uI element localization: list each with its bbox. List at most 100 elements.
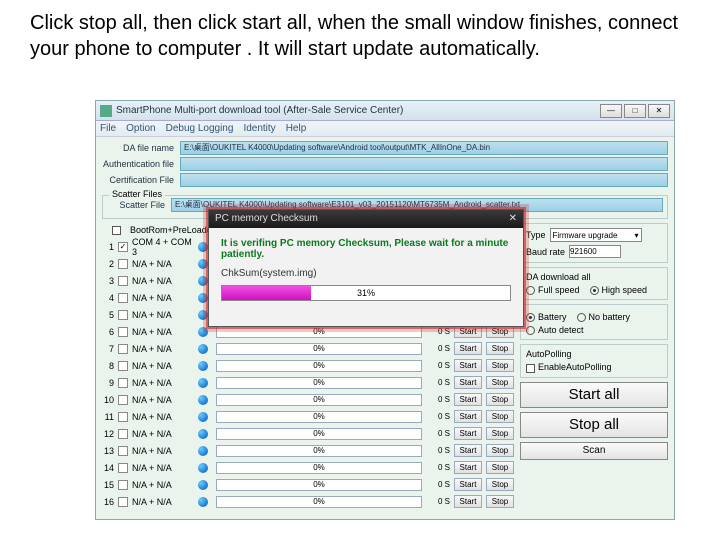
battery-label: Battery xyxy=(538,312,567,322)
type-select[interactable]: Firmware upgrade▾ xyxy=(550,228,642,242)
bootrom-checkbox[interactable] xyxy=(112,226,121,235)
port-row: 9N/A + N/A0%0 SStartStop xyxy=(102,374,514,391)
port-time: 0 S xyxy=(430,395,450,404)
port-time: 0 S xyxy=(430,361,450,370)
status-dot-icon xyxy=(198,463,208,473)
port-start-button[interactable]: Start xyxy=(454,461,482,474)
full-speed-radio[interactable] xyxy=(526,286,535,295)
scatter-group-legend: Scatter Files xyxy=(109,189,165,199)
high-speed-radio[interactable] xyxy=(590,286,599,295)
port-checkbox[interactable] xyxy=(118,344,128,354)
cert-file-label: Certification File xyxy=(102,175,180,185)
port-checkbox[interactable] xyxy=(118,395,128,405)
port-stop-button[interactable]: Stop xyxy=(486,342,514,355)
port-stop-button[interactable]: Stop xyxy=(486,444,514,457)
port-checkbox[interactable] xyxy=(118,463,128,473)
port-checkbox[interactable] xyxy=(118,327,128,337)
baud-input[interactable] xyxy=(569,245,621,258)
port-stop-button[interactable]: Stop xyxy=(486,427,514,440)
port-checkbox[interactable] xyxy=(118,429,128,439)
port-checkbox[interactable] xyxy=(118,497,128,507)
port-time: 0 S xyxy=(430,344,450,353)
port-start-button[interactable]: Start xyxy=(454,342,482,355)
auth-file-input[interactable] xyxy=(180,157,668,171)
auth-file-label: Authentication file xyxy=(102,159,180,169)
port-start-button[interactable]: Start xyxy=(454,444,482,457)
port-start-button[interactable]: Start xyxy=(454,495,482,508)
port-start-button[interactable]: Start xyxy=(454,478,482,491)
status-dot-icon xyxy=(198,446,208,456)
status-dot-icon xyxy=(198,259,208,269)
maximize-button[interactable]: □ xyxy=(624,104,646,118)
port-checkbox[interactable] xyxy=(118,378,128,388)
port-time: 0 S xyxy=(430,480,450,489)
port-start-button[interactable]: Start xyxy=(454,376,482,389)
port-start-button[interactable]: Start xyxy=(454,410,482,423)
port-start-button[interactable]: Start xyxy=(454,427,482,440)
port-checkbox[interactable] xyxy=(118,412,128,422)
modal-progress-pct: 31% xyxy=(222,286,510,300)
scan-button[interactable]: Scan xyxy=(520,442,668,460)
port-checkbox[interactable] xyxy=(118,293,128,303)
modal-close-icon[interactable]: ✕ xyxy=(509,210,517,228)
start-all-button[interactable]: Start all xyxy=(520,382,668,408)
modal-progress: 31% xyxy=(221,285,511,301)
port-label: N/A + N/A xyxy=(132,429,194,439)
port-progress: 0% xyxy=(216,445,422,457)
port-number: 16 xyxy=(102,497,114,507)
port-stop-button[interactable]: Stop xyxy=(486,410,514,423)
menu-help[interactable]: Help xyxy=(286,123,307,134)
status-dot-icon xyxy=(198,497,208,507)
port-checkbox[interactable] xyxy=(118,361,128,371)
cert-file-input[interactable] xyxy=(180,173,668,187)
port-number: 8 xyxy=(102,361,114,371)
port-stop-button[interactable]: Stop xyxy=(486,478,514,491)
port-checkbox[interactable] xyxy=(118,446,128,456)
modal-message: It is verifing PC memory Checksum, Pleas… xyxy=(221,238,511,260)
port-stop-button[interactable]: Stop xyxy=(486,461,514,474)
autopolling-legend: AutoPolling xyxy=(526,349,572,359)
port-row: 16N/A + N/A0%0 SStartStop xyxy=(102,493,514,510)
no-battery-radio[interactable] xyxy=(577,313,586,322)
port-number: 10 xyxy=(102,395,114,405)
port-number: 14 xyxy=(102,463,114,473)
menu-identity[interactable]: Identity xyxy=(243,123,275,134)
port-stop-button[interactable]: Stop xyxy=(486,376,514,389)
battery-radio[interactable] xyxy=(526,313,535,322)
enable-autopolling-checkbox[interactable] xyxy=(526,364,535,373)
port-stop-button[interactable]: Stop xyxy=(486,359,514,372)
port-row: 8N/A + N/A0%0 SStartStop xyxy=(102,357,514,374)
port-checkbox[interactable] xyxy=(118,310,128,320)
autopolling-group: AutoPolling EnableAutoPolling xyxy=(520,344,668,377)
port-start-button[interactable]: Start xyxy=(454,393,482,406)
port-checkbox[interactable] xyxy=(118,276,128,286)
checksum-modal: PC memory Checksum ✕ It is verifing PC m… xyxy=(208,209,524,327)
menu-option[interactable]: Option xyxy=(126,123,155,134)
auto-detect-radio[interactable] xyxy=(526,326,535,335)
status-dot-icon xyxy=(198,429,208,439)
port-start-button[interactable]: Start xyxy=(454,359,482,372)
port-label: COM 4 + COM 3 xyxy=(132,237,194,257)
port-time: 0 S xyxy=(430,429,450,438)
port-row: 12N/A + N/A0%0 SStartStop xyxy=(102,425,514,442)
port-number: 7 xyxy=(102,344,114,354)
menu-file[interactable]: File xyxy=(100,123,116,134)
port-checkbox[interactable]: ✓ xyxy=(118,242,128,252)
type-group: Type Firmware upgrade▾ Baud rate xyxy=(520,223,668,263)
port-number: 9 xyxy=(102,378,114,388)
minimize-button[interactable]: — xyxy=(600,104,622,118)
status-dot-icon xyxy=(198,276,208,286)
menubar: File Option Debug Logging Identity Help xyxy=(96,121,674,137)
port-checkbox[interactable] xyxy=(118,480,128,490)
port-stop-button[interactable]: Stop xyxy=(486,495,514,508)
da-file-input[interactable]: E:\桌面\OUKITEL K4000\Updating software\An… xyxy=(180,141,668,155)
modal-title: PC memory Checksum xyxy=(215,210,318,228)
menu-debug[interactable]: Debug Logging xyxy=(166,123,234,134)
port-stop-button[interactable]: Stop xyxy=(486,393,514,406)
port-time: 0 S xyxy=(430,378,450,387)
port-checkbox[interactable] xyxy=(118,259,128,269)
port-row: 13N/A + N/A0%0 SStartStop xyxy=(102,442,514,459)
stop-all-button[interactable]: Stop all xyxy=(520,412,668,438)
port-label: N/A + N/A xyxy=(132,293,194,303)
close-button[interactable]: ✕ xyxy=(648,104,670,118)
